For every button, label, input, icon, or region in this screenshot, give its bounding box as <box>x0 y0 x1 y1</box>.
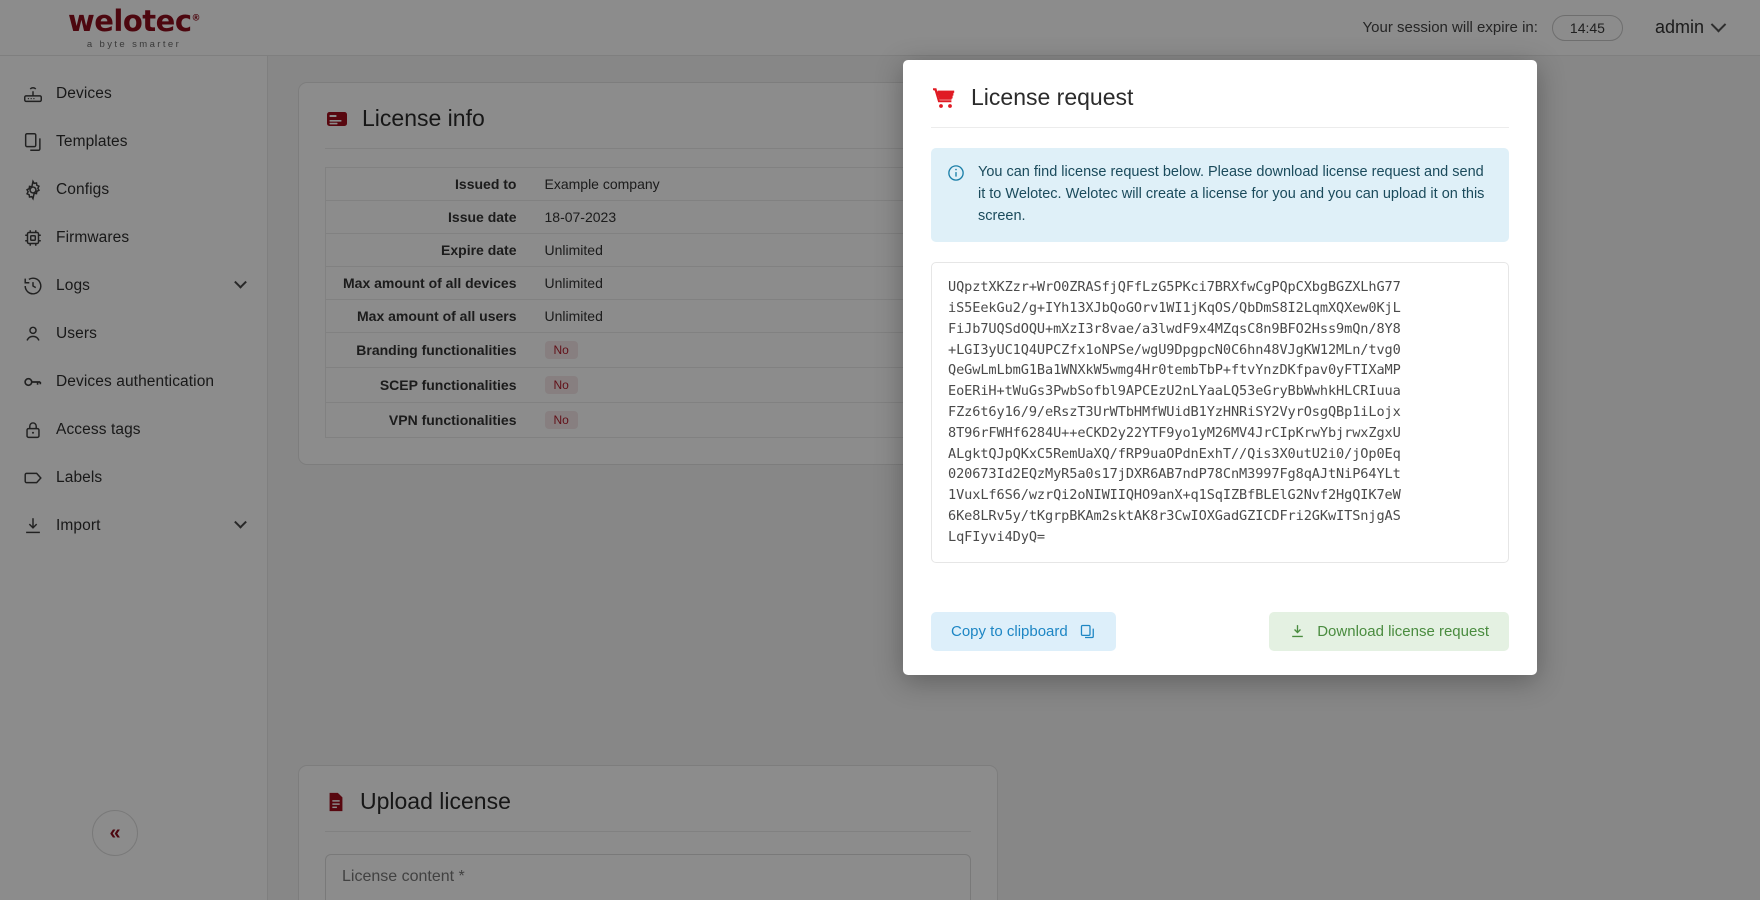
modal-header: License request <box>931 84 1509 128</box>
shopping-cart-icon <box>931 86 957 110</box>
app-root: welotec® a byte smarter Your session wil… <box>0 0 1760 900</box>
copy-button-label: Copy to clipboard <box>951 623 1068 640</box>
download-button-label: Download license request <box>1317 623 1489 640</box>
info-icon <box>947 164 965 182</box>
download-icon <box>1289 623 1306 640</box>
modal-actions: Copy to clipboard Download license reque… <box>931 590 1509 651</box>
license-request-text[interactable]: UQpztXKZzr+WrO0ZRASfjQFfLzG5PKci7BRXfwCg… <box>931 262 1509 563</box>
info-alert: You can find license request below. Plea… <box>931 148 1509 243</box>
modal-title: License request <box>971 84 1134 110</box>
download-license-request-button[interactable]: Download license request <box>1269 612 1509 651</box>
info-alert-text: You can find license request below. Plea… <box>978 164 1485 224</box>
copy-to-clipboard-button[interactable]: Copy to clipboard <box>931 612 1116 651</box>
copy-icon <box>1079 623 1096 640</box>
license-request-modal: License request You can find license req… <box>903 60 1537 675</box>
